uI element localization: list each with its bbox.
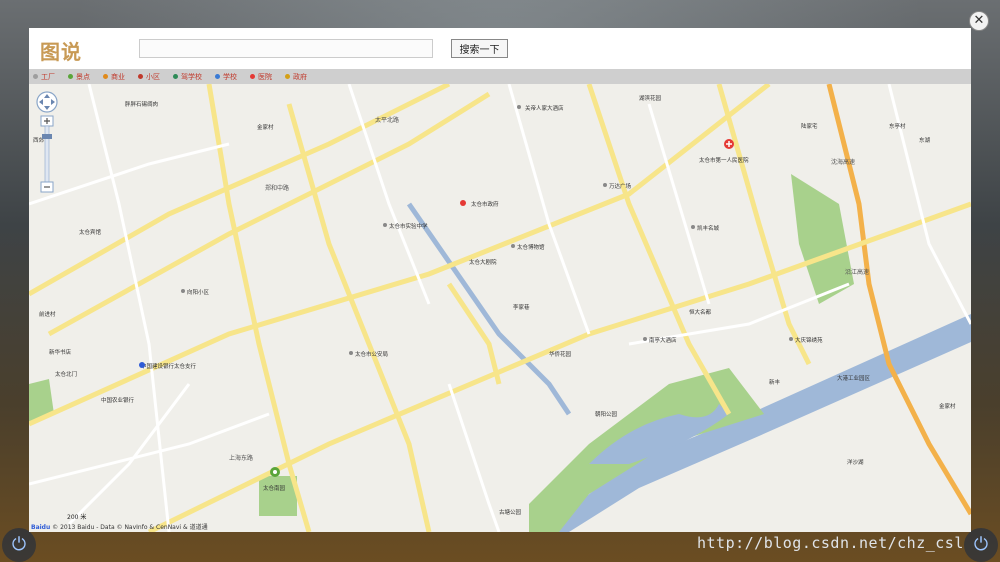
map-label: 中国农业银行 [101,396,135,404]
map-label: 新丰 [769,378,781,386]
government-pin-icon [285,74,290,79]
category-government[interactable]: 政府 [285,72,307,82]
map-label: 金家村 [257,123,274,131]
map-label: 湖滨花园 [639,94,662,102]
search-button[interactable]: 搜索一下 [451,39,508,58]
scenic-pin-icon [68,74,73,79]
school-pin-icon [215,74,220,79]
hospital-marker-icon[interactable] [724,139,734,149]
residential-pin-icon [138,74,143,79]
map-label: 中国建设银行太仓支行 [141,362,197,370]
road-label: 沿江高速 [845,268,869,276]
map-label: 太仓市政府 [471,200,499,208]
map-label: 胖胖石锡绸肉 [125,100,158,108]
map-label: 太仓宾馆 [79,228,102,236]
category-driving-school[interactable]: 驾学校 [173,72,202,82]
map-label: 洋沙湖 [847,458,864,466]
category-label: 小区 [146,72,160,81]
category-label: 政府 [293,72,307,81]
map-label: 万达广场 [609,182,632,190]
map-label: 太仓南园 [263,484,286,492]
business-pin-icon [103,74,108,79]
category-bar: 工厂 景点 商业 小区 驾学校 学校 医院 政府 [29,69,971,84]
category-residential[interactable]: 小区 [138,72,160,82]
map-label: 金家村 [939,402,956,410]
copyright-text: © 2013 Baidu - Data © NavInfo & CenNavi … [52,524,208,531]
map-label: 新华书店 [49,348,72,356]
scenic-marker-icon[interactable] [270,467,280,477]
category-hospital[interactable]: 医院 [250,72,272,82]
close-icon[interactable]: ✕ [969,11,989,31]
map-label: 华侨花园 [549,350,572,358]
map-background [29,84,971,532]
map-label: 太仓大剧院 [469,258,497,266]
search-input[interactable] [139,39,433,58]
category-label: 商业 [111,72,125,81]
map-copyright: Baidu © 2013 Baidu - Data © NavInfo & Ce… [31,522,208,531]
road-label: 郑和中路 [265,184,289,192]
power-icon-right[interactable]: ⏻ [964,528,998,562]
map-label: 向阳小区 [187,288,210,296]
map-label: 东亭村 [889,122,906,130]
government-marker-icon[interactable] [460,200,466,206]
category-business[interactable]: 商业 [103,72,125,82]
factory-pin-icon [33,74,38,79]
map-label: 太仓博物馆 [517,243,545,251]
map-label: 太仓市公安局 [355,350,388,358]
map-label: 太仓北门 [55,370,77,378]
app-logo: 图说 [40,40,82,64]
zoom-slider-handle[interactable] [42,134,52,139]
category-label: 景点 [76,72,90,81]
map-label: 李家巷 [513,303,530,311]
road-label: 太平北路 [375,116,399,124]
hospital-pin-icon [250,74,255,79]
map-label: 关帝人家大酒店 [525,104,564,112]
driving-school-pin-icon [173,74,178,79]
map-label: 太仓市第一人民医院 [699,156,749,164]
map-dialog: 图说 搜索一下 工厂 景点 商业 小区 驾学校 学校 医院 政府 胖胖石锡绸肉 … [29,28,971,532]
road-label: 上海东路 [229,454,253,462]
map-canvas[interactable]: 胖胖石锡绸肉 金家村 关帝人家大酒店 湖滨花园 太仓市第一人民医院 太仓市政府 … [29,84,971,532]
map-label: 南亭大酒店 [649,336,677,344]
map-label: 大庆锦绣苑 [795,336,823,344]
power-icon-left[interactable]: ⏻ [2,528,36,562]
park-area [259,476,297,516]
map-label: 太仓市实验中学 [389,222,428,230]
map-label: 古塘公园 [499,508,522,516]
scale-label: 200 米 [67,514,87,521]
dialog-header: 图说 搜索一下 [29,28,971,69]
watermark: http://blog.csdn.net/chz_csl [697,534,964,552]
map-label: 东湖 [919,136,931,144]
map-scale: 200 米 [67,512,86,521]
map-label: 前进村 [39,310,56,318]
bank-marker-icon[interactable] [139,362,145,368]
map-nav-control [35,90,59,204]
nav-control-svg [36,91,58,193]
category-label: 医院 [258,72,272,81]
category-label: 学校 [223,72,237,81]
road-label: 沈海高速 [831,158,855,166]
map-label: 陆家宅 [801,122,818,130]
map-label: 凯丰名城 [697,224,720,232]
map-label: 大港工业园区 [837,374,871,382]
category-label: 驾学校 [181,72,202,81]
baidu-logo: Baidu [31,524,51,531]
map-svg[interactable]: 胖胖石锡绸肉 金家村 关帝人家大酒店 湖滨花园 太仓市第一人民医院 太仓市政府 … [29,84,971,532]
map-label: 朝阳公园 [595,410,618,418]
category-school[interactable]: 学校 [215,72,237,82]
category-factory[interactable]: 工厂 [33,72,55,82]
map-label: 恒大名都 [689,308,712,316]
category-label: 工厂 [41,72,55,81]
category-scenic[interactable]: 景点 [68,72,90,82]
